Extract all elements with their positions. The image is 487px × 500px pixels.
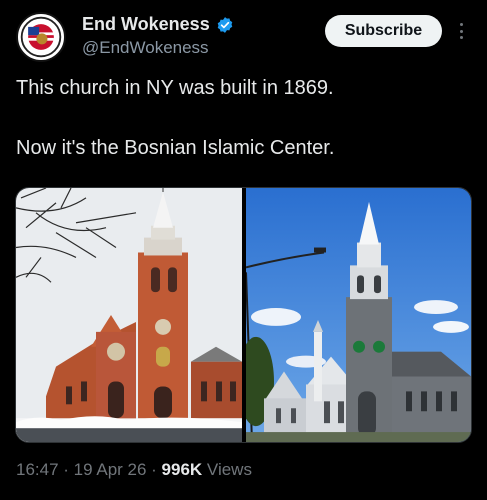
photo-church-before[interactable] <box>16 188 242 442</box>
meta-separator: · <box>146 460 162 479</box>
media-grid <box>15 187 472 443</box>
author-names: End Wokeness @EndWokeness <box>82 14 234 58</box>
verified-badge-icon <box>216 16 234 34</box>
tweet-header: End Wokeness @EndWokeness Subscribe <box>16 12 477 64</box>
tweet-line-1: This church in NY was built in 1869. <box>16 77 334 99</box>
more-options-icon[interactable] <box>454 20 468 42</box>
avatar[interactable] <box>16 12 66 62</box>
display-name[interactable]: End Wokeness <box>82 14 210 35</box>
tweet-line-2: Now it's the Bosnian Islamic Center. <box>16 137 335 159</box>
handle[interactable]: @EndWokeness <box>82 38 234 58</box>
meta-separator: · <box>58 460 74 479</box>
tweet-text: This church in NY was built in 1869. Now… <box>16 76 471 196</box>
photo-islamic-center-after[interactable] <box>246 188 471 442</box>
subscribe-button[interactable]: Subscribe <box>325 15 442 47</box>
views-count[interactable]: 996K <box>162 460 203 479</box>
tweet-date[interactable]: 19 Apr 26 <box>74 460 147 479</box>
tweet-time[interactable]: 16:47 <box>16 460 59 479</box>
tweet-meta: 16:47 · 19 Apr 26 · 996K Views <box>16 460 252 480</box>
views-label: Views <box>202 460 252 479</box>
